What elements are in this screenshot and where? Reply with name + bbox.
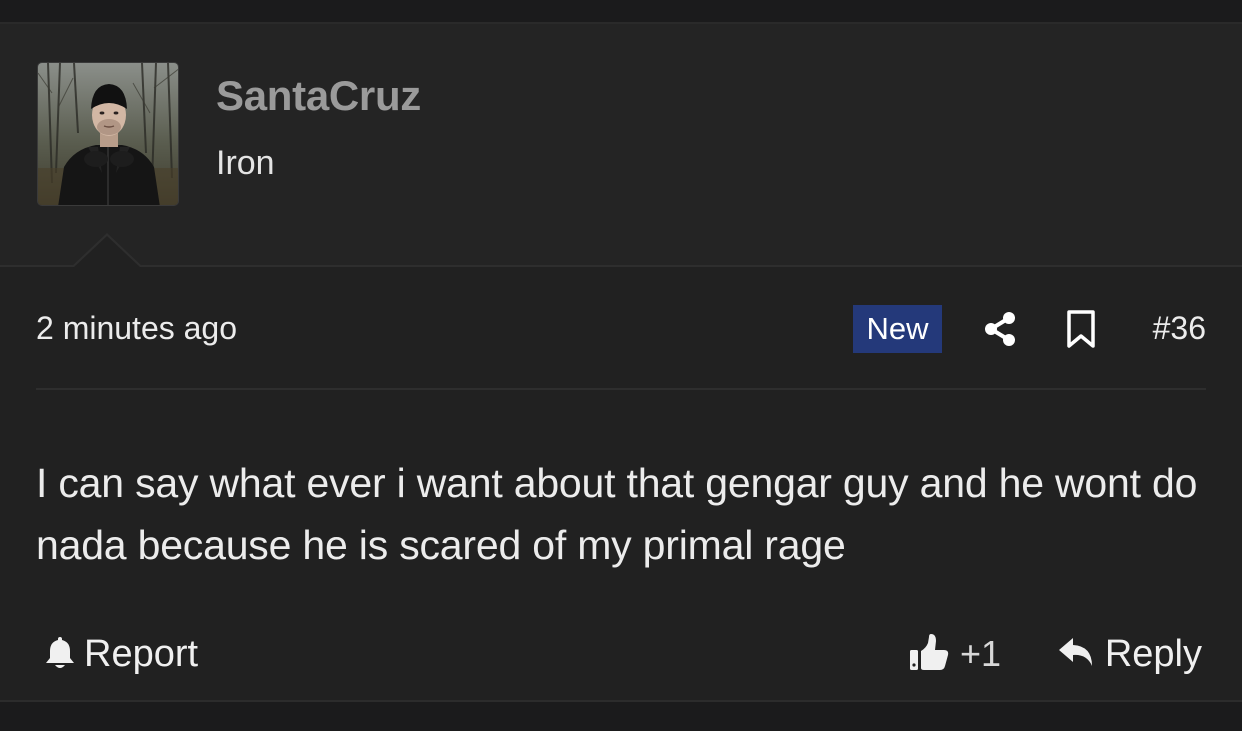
like-button[interactable]: +1 (908, 628, 1001, 680)
post-author-rank: Iron (216, 144, 275, 182)
share-icon[interactable] (980, 309, 1020, 349)
post-actions: Report +1 Reply (36, 624, 1206, 684)
avatar[interactable] (37, 62, 179, 206)
avatar-image (38, 63, 178, 205)
new-badge: New (853, 305, 942, 353)
bookmark-icon[interactable] (1064, 309, 1098, 349)
post-author-username[interactable]: SantaCruz (216, 72, 421, 120)
thumbs-up-icon (908, 631, 950, 678)
post-number-link[interactable]: #36 (1153, 310, 1206, 347)
post-timestamp[interactable]: 2 minutes ago (36, 310, 237, 347)
post-meta-row: 2 minutes ago New #36 (36, 304, 1206, 354)
post-user-header: SantaCruz Iron (0, 24, 1242, 268)
meta-divider (36, 388, 1206, 390)
thread-page: SantaCruz Iron 2 minutes ago New #36 I c… (0, 0, 1242, 731)
report-label: Report (84, 632, 199, 675)
forum-post: SantaCruz Iron 2 minutes ago New #36 I c… (0, 22, 1242, 702)
reply-label: Reply (1104, 632, 1202, 675)
post-body-text: I can say what ever i want about that ge… (36, 460, 1198, 568)
like-count: +1 (960, 633, 1002, 674)
reply-arrow-icon (1057, 635, 1095, 674)
header-pointer-notch (71, 233, 143, 268)
reply-button[interactable]: Reply (1057, 628, 1202, 680)
report-button[interactable]: Report (44, 628, 198, 680)
bell-icon (44, 634, 76, 675)
